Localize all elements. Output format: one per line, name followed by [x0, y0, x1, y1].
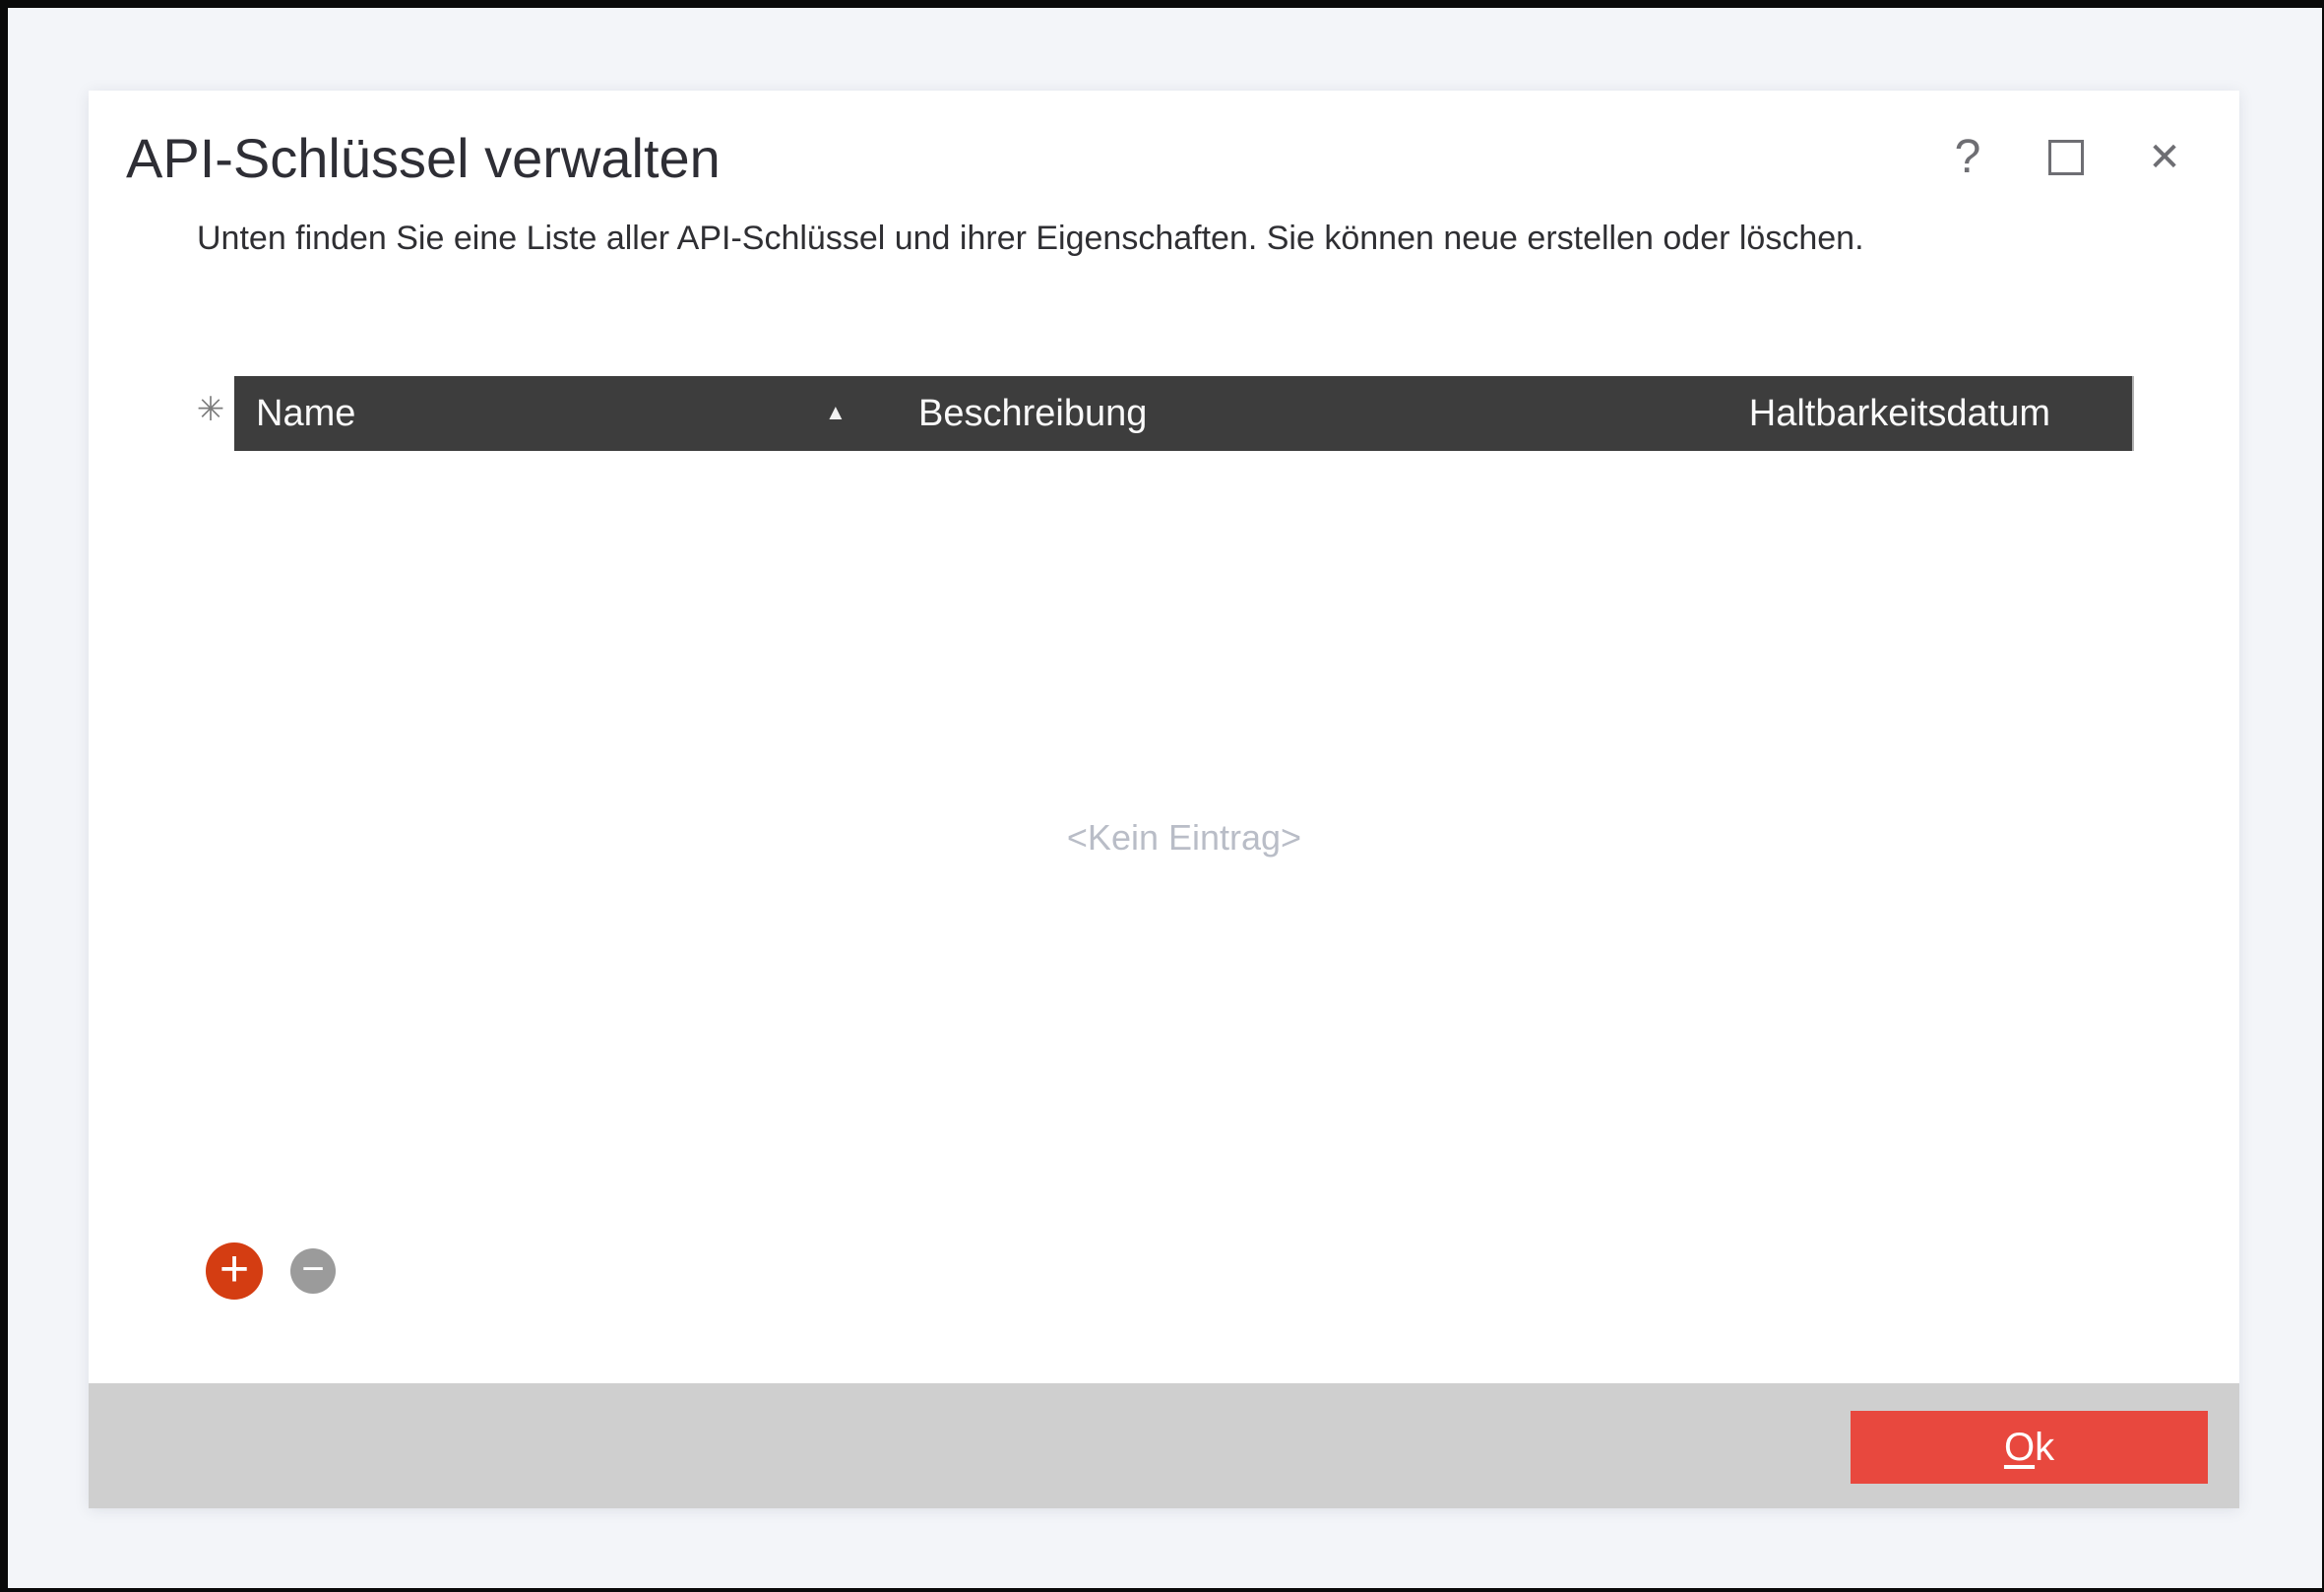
add-button[interactable]: + — [206, 1242, 263, 1300]
ok-button[interactable]: Ok — [1851, 1411, 2208, 1484]
sort-ascending-icon: ▲ — [825, 400, 847, 425]
minus-icon: − — [301, 1249, 324, 1289]
plus-icon: + — [220, 1243, 249, 1295]
close-button[interactable]: ✕ — [2141, 134, 2188, 181]
column-label-beschreibung: Beschreibung — [918, 393, 1147, 435]
api-keys-dialog: API-Schlüssel verwalten ? ✕ Unten finden… — [89, 91, 2239, 1508]
desktop-background: API-Schlüssel verwalten ? ✕ Unten finden… — [8, 8, 2322, 1588]
column-header-name[interactable]: Name ▲ — [234, 376, 918, 451]
column-label-name: Name — [256, 393, 355, 435]
maximize-button[interactable] — [2042, 134, 2090, 181]
maximize-icon — [2048, 140, 2084, 175]
column-label-haltbarkeitsdatum: Haltbarkeitsdatum — [1749, 393, 2050, 435]
window-controls: ? ✕ — [1944, 134, 2188, 181]
help-icon: ? — [1955, 134, 1981, 181]
help-button[interactable]: ? — [1944, 134, 1991, 181]
column-chooser-asterisk-icon[interactable]: ✳ — [191, 390, 230, 429]
dialog-title: API-Schlüssel verwalten — [126, 126, 721, 191]
close-icon: ✕ — [2148, 138, 2181, 177]
dialog-footer: Ok — [89, 1383, 2239, 1508]
remove-button[interactable]: − — [290, 1248, 336, 1294]
table-empty-state: <Kein Eintrag> — [234, 817, 2134, 859]
dialog-subtitle: Unten finden Sie eine Liste aller API-Sc… — [197, 217, 2166, 260]
table-header: Name ▲ Beschreibung Haltbarkeitsdatum — [234, 376, 2134, 451]
column-header-haltbarkeitsdatum[interactable]: Haltbarkeitsdatum — [1727, 376, 2132, 451]
ok-label: Ok — [2004, 1426, 2054, 1470]
screenshot-frame: API-Schlüssel verwalten ? ✕ Unten finden… — [0, 0, 2324, 1592]
column-header-beschreibung[interactable]: Beschreibung — [918, 376, 1727, 451]
